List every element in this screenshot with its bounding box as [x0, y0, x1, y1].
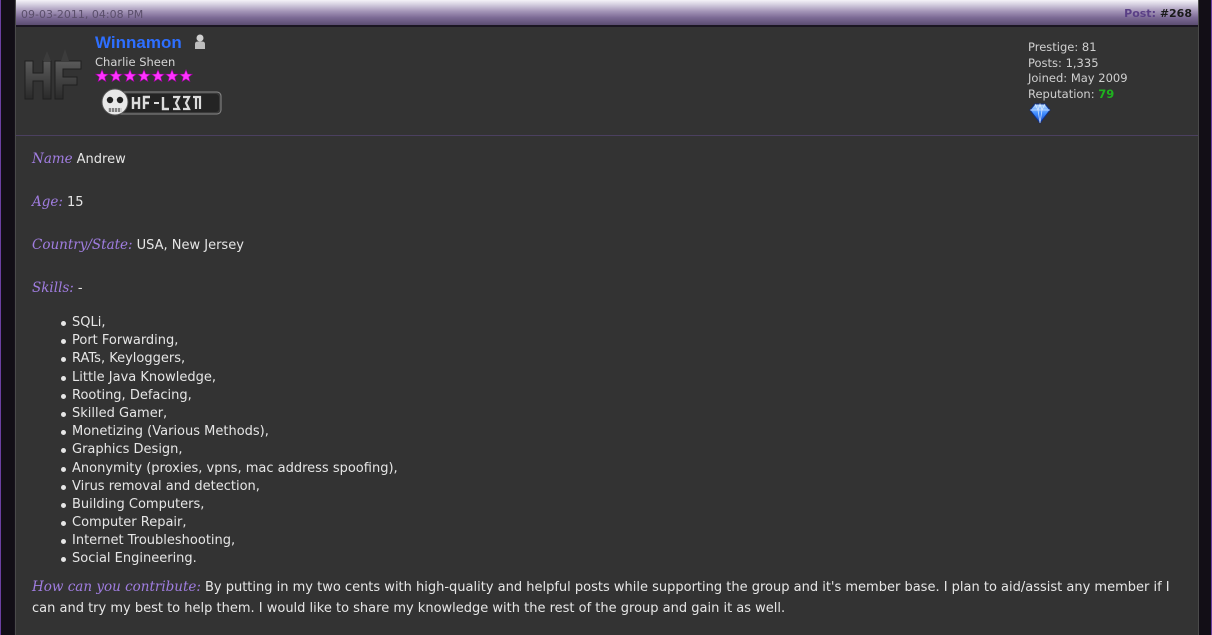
list-item: Social Engineering. [61, 550, 1182, 568]
name-label: Name [32, 151, 73, 167]
contribute-field: How can you contribute: By putting in my … [32, 577, 1182, 619]
reputation-stat: Reputation: 79 [1028, 87, 1128, 103]
prestige-stat: Prestige: 81 [1028, 40, 1097, 54]
star-icon [151, 69, 165, 83]
star-icon [95, 69, 109, 83]
list-item: Port Forwarding, [61, 332, 1182, 350]
list-item: Rooting, Defacing, [61, 387, 1182, 405]
post-label: Post: [1124, 7, 1156, 20]
posts-stat: Posts: 1,335 [1028, 55, 1099, 70]
reputation-label: Reputation: [1028, 86, 1095, 101]
contribute-label: How can you contribute: [32, 578, 201, 595]
name-value: Andrew [76, 152, 126, 167]
list-item: Monetizing (Various Methods), [61, 423, 1182, 441]
reputation-value-link[interactable]: 79 [1098, 87, 1114, 101]
skills-list: SQLi, Port Forwarding, RATs, Keyloggers, Li… [32, 314, 1182, 569]
list-item: Anonymity (proxies, vpns, mac address sp… [61, 460, 1182, 478]
list-item: Skilled Gamer, [61, 405, 1182, 423]
star-icon [123, 69, 137, 83]
country-value: USA, New Jersey [136, 238, 244, 253]
name-field: Name Andrew [32, 150, 1182, 168]
star-icon [109, 69, 123, 83]
hf-l33t-userbar-icon [101, 88, 222, 116]
user-title: Charlie Sheen [95, 55, 176, 69]
hf-logo-icon [24, 49, 82, 100]
list-item: RATs, Keyloggers, [61, 350, 1182, 368]
list-item: Virus removal and detection, [61, 478, 1182, 496]
avatar[interactable] [21, 47, 87, 105]
star-icon [137, 69, 151, 83]
right-gutter [1198, 0, 1211, 635]
list-item: Computer Repair, [61, 514, 1182, 532]
age-value: 15 [66, 195, 84, 210]
userbar [99, 84, 225, 120]
post-number: #268 [1159, 7, 1192, 20]
post-date: 09-03-2011, 04:08 PM [21, 8, 144, 21]
list-item: SQLi, [61, 314, 1182, 332]
list-item: Building Computers, [61, 496, 1182, 514]
post-number-link[interactable]: Post: #268 [1124, 7, 1192, 20]
skills-label: Skills: [32, 280, 74, 296]
rank-stars [95, 69, 193, 83]
joined-stat: Joined: May 2009 [1028, 71, 1128, 85]
left-gutter [1, 0, 14, 635]
blue-diamond-award-icon[interactable] [1028, 101, 1052, 125]
post-body: Name Andrew Age: 15 Country/State: USA, New… [32, 150, 1182, 619]
post-header: 09-03-2011, 04:08 PM Post: #268 [16, 0, 1198, 27]
username-link[interactable]: Winnamon [95, 33, 182, 53]
list-item: Internet Troubleshooting, [61, 532, 1182, 550]
list-item: Little Java Knowledge, [61, 369, 1182, 387]
age-field: Age: 15 [32, 193, 1182, 211]
page-frame: 09-03-2011, 04:08 PM Post: #268 Winnamon… [0, 0, 1212, 635]
author-panel: Winnamon Charlie Sheen Prestige: 81 Post… [16, 27, 1198, 136]
star-icon [179, 69, 193, 83]
star-icon [165, 69, 179, 83]
offline-user-icon [195, 34, 205, 49]
list-item: Graphics Design, [61, 441, 1182, 459]
age-label: Age: [32, 194, 63, 210]
user-stats: Prestige: 81 Posts: 1,335 Joined: May 20… [1028, 40, 1128, 102]
forum-post: 09-03-2011, 04:08 PM Post: #268 Winnamon… [15, 0, 1199, 635]
country-label: Country/State: [32, 237, 133, 253]
country-field: Country/State: USA, New Jersey [32, 236, 1182, 254]
skills-value: - [77, 281, 83, 296]
contribute-value: By putting in my two cents with high-qua… [32, 579, 1170, 616]
skills-field: Skills: - [32, 279, 1182, 297]
